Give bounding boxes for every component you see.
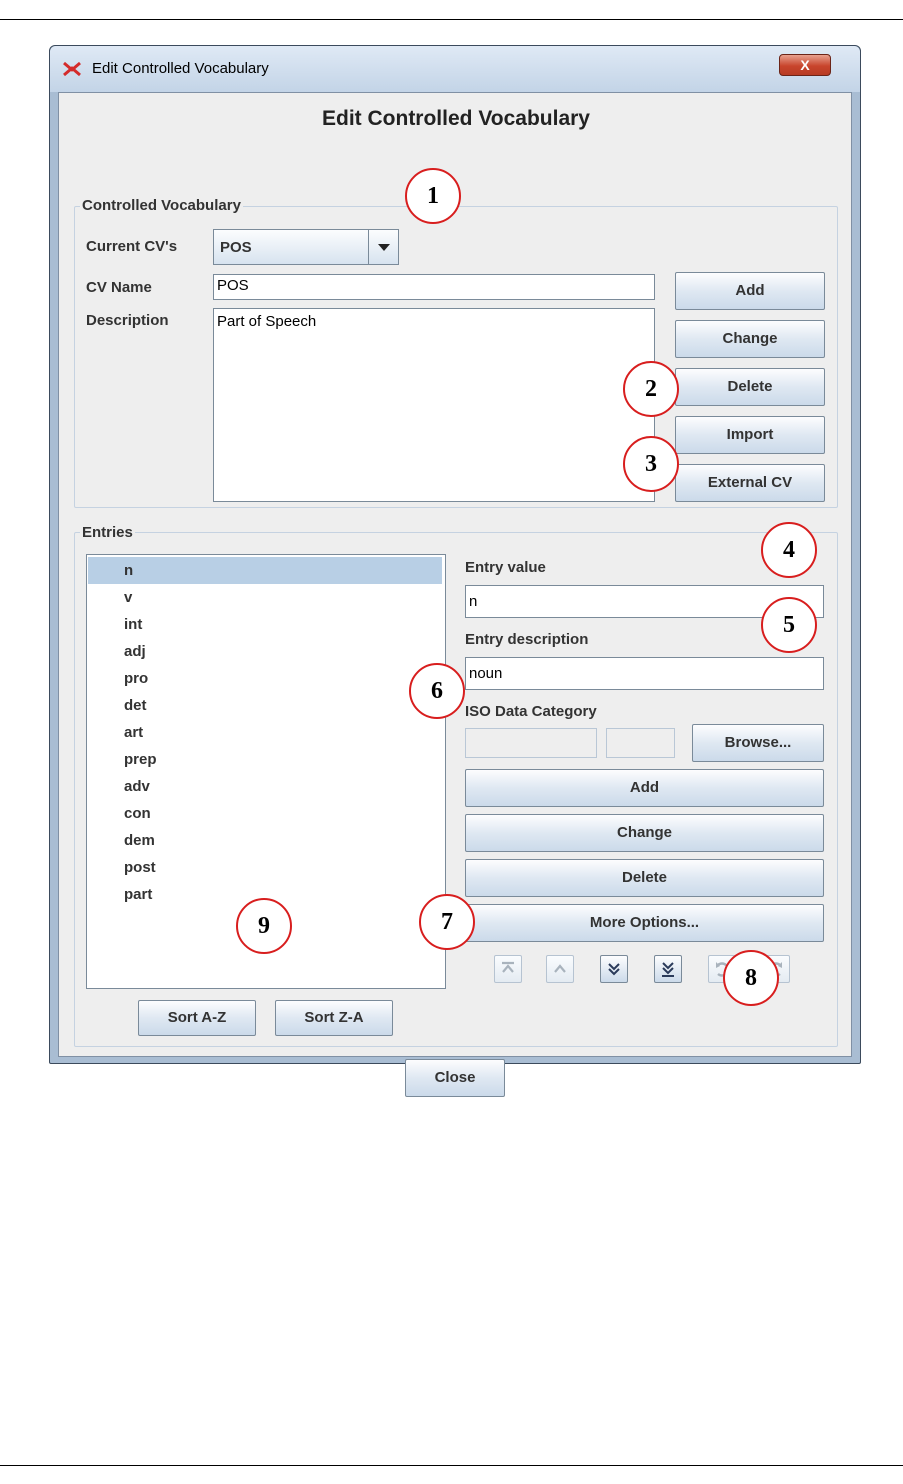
- list-item[interactable]: adv: [88, 773, 442, 800]
- move-to-bottom-button[interactable]: [654, 955, 682, 983]
- callout-5: 5: [761, 597, 817, 653]
- description-label: Description: [86, 312, 169, 329]
- external-cv-button[interactable]: External CV: [675, 464, 825, 502]
- list-item[interactable]: adj: [88, 638, 442, 665]
- iso-category-field: [465, 728, 597, 758]
- list-item[interactable]: art: [88, 719, 442, 746]
- close-button[interactable]: Close: [405, 1059, 505, 1097]
- iso-category-id-field: [606, 728, 675, 758]
- sort-a-z-button[interactable]: Sort A-Z: [138, 1000, 256, 1036]
- move-up-button[interactable]: [546, 955, 574, 983]
- entry-delete-button[interactable]: Delete: [465, 859, 824, 897]
- entry-change-button[interactable]: Change: [465, 814, 824, 852]
- move-to-bottom-icon: [662, 962, 674, 977]
- callout-8: 8: [723, 950, 779, 1006]
- list-item[interactable]: dem: [88, 827, 442, 854]
- callout-1: 1: [405, 168, 461, 224]
- callout-3: 3: [623, 436, 679, 492]
- sort-z-a-button[interactable]: Sort Z-A: [275, 1000, 393, 1036]
- bottom-rule: [0, 1465, 903, 1466]
- entries-group-label: Entries: [80, 524, 135, 541]
- list-item[interactable]: det: [88, 692, 442, 719]
- dialog-heading: Edit Controlled Vocabulary: [322, 107, 590, 130]
- cv-import-button[interactable]: Import: [675, 416, 825, 454]
- elan-app-icon: [63, 61, 81, 77]
- top-rule: [0, 19, 903, 20]
- cv-change-button[interactable]: Change: [675, 320, 825, 358]
- current-cv-dropdown[interactable]: POS: [213, 229, 399, 265]
- list-item[interactable]: n: [88, 557, 442, 584]
- current-cvs-label: Current CV's: [86, 238, 178, 255]
- cv-add-button[interactable]: Add: [675, 272, 825, 310]
- entry-value-label: Entry value: [465, 559, 546, 576]
- move-up-icon: [554, 964, 566, 973]
- entry-description-label: Entry description: [465, 631, 589, 648]
- callout-2: 2: [623, 361, 679, 417]
- list-item[interactable]: v: [88, 584, 442, 611]
- description-textarea[interactable]: Part of Speech: [213, 308, 655, 502]
- window-close-button[interactable]: X: [779, 54, 831, 76]
- move-to-top-button[interactable]: [494, 955, 522, 983]
- list-item[interactable]: pro: [88, 665, 442, 692]
- callout-7: 7: [419, 894, 475, 950]
- list-item[interactable]: int: [88, 611, 442, 638]
- cv-name-label: CV Name: [86, 279, 152, 296]
- title-bar[interactable]: Edit Controlled Vocabulary X: [50, 46, 860, 92]
- move-down-button[interactable]: [600, 955, 628, 983]
- list-item[interactable]: post: [88, 854, 442, 881]
- cv-delete-button[interactable]: Delete: [675, 368, 825, 406]
- window-title: Edit Controlled Vocabulary: [92, 60, 269, 77]
- cv-group-label: Controlled Vocabulary: [80, 197, 243, 214]
- browse-button[interactable]: Browse...: [692, 724, 824, 762]
- entry-add-button[interactable]: Add: [465, 769, 824, 807]
- list-item[interactable]: prep: [88, 746, 442, 773]
- move-to-top-icon: [502, 961, 514, 973]
- move-down-icon: [608, 963, 620, 976]
- callout-9: 9: [236, 898, 292, 954]
- callout-6: 6: [409, 663, 465, 719]
- list-item[interactable]: con: [88, 800, 442, 827]
- chevron-down-icon[interactable]: [368, 230, 398, 264]
- cv-name-field[interactable]: POS: [213, 274, 655, 300]
- current-cv-value: POS: [220, 239, 252, 256]
- entry-description-field[interactable]: noun: [465, 657, 824, 690]
- callout-4: 4: [761, 522, 817, 578]
- more-options-button[interactable]: More Options...: [465, 904, 824, 942]
- iso-data-category-label: ISO Data Category: [465, 703, 597, 720]
